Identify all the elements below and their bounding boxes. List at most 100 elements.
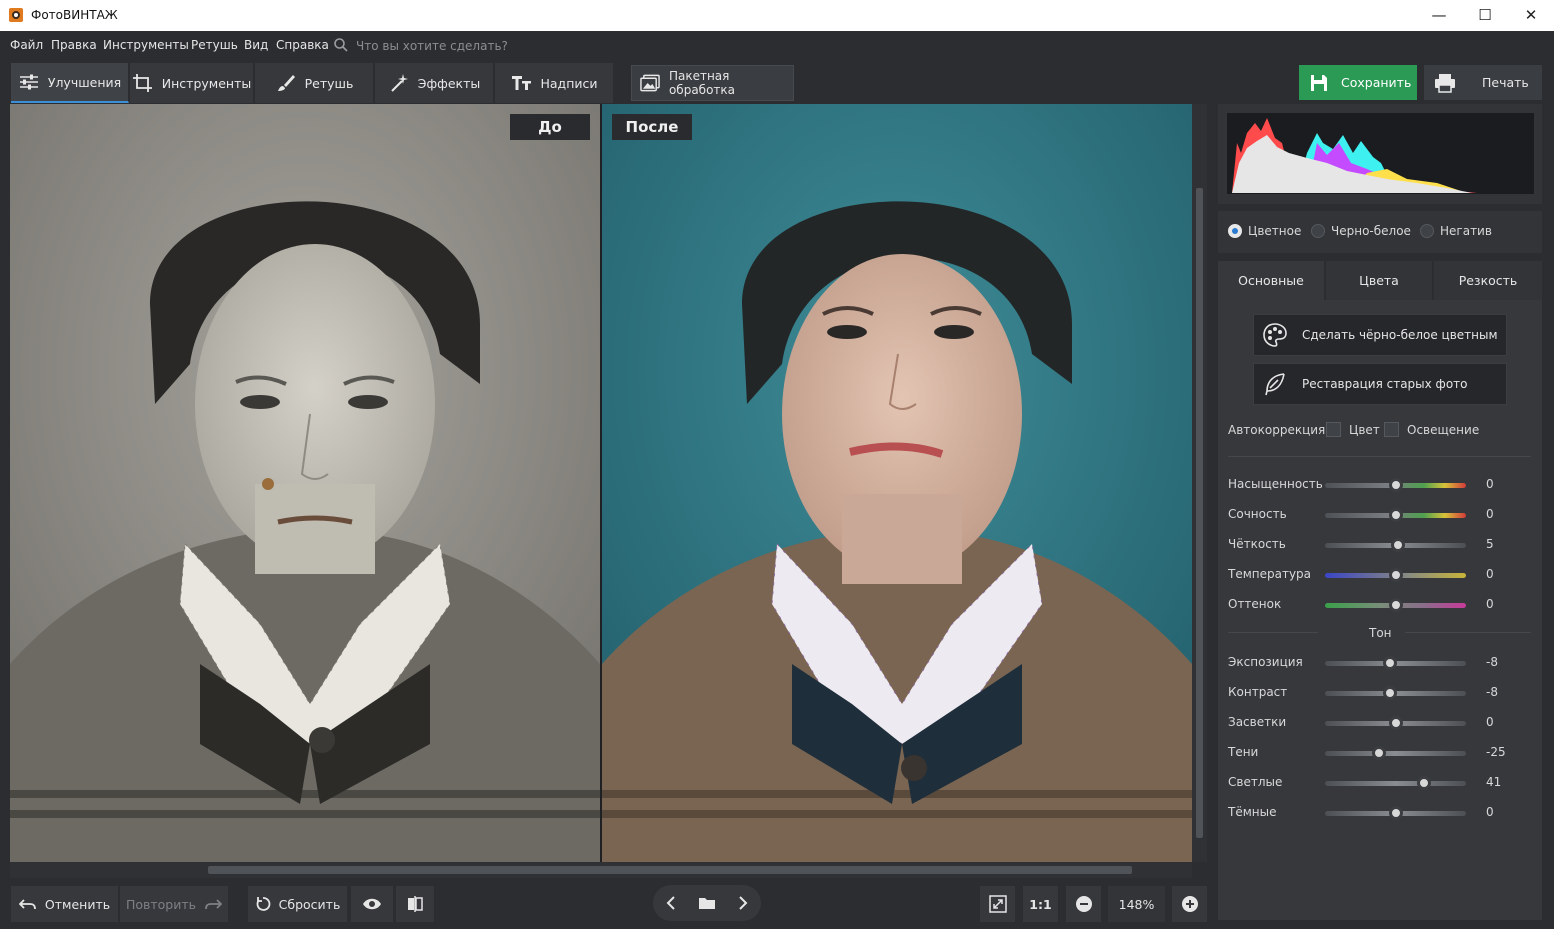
slider-track[interactable] — [1325, 478, 1466, 492]
slider-value: 41 — [1486, 775, 1502, 789]
horizontal-scrollbar[interactable] — [10, 862, 1192, 878]
slider-value: -8 — [1486, 685, 1498, 699]
slider-track[interactable] — [1325, 568, 1466, 582]
tab-effects[interactable]: Эффекты — [375, 63, 494, 103]
slider-handle[interactable] — [1388, 806, 1403, 820]
before-label: До — [510, 114, 590, 140]
next-photo-button[interactable] — [725, 885, 761, 921]
compare-mode-button[interactable] — [396, 886, 434, 922]
tab-tools[interactable]: Инструменты — [130, 63, 254, 103]
maximize-button[interactable]: ☐ — [1462, 0, 1508, 31]
radio-dot — [1420, 224, 1434, 238]
slider-value: 0 — [1486, 715, 1494, 729]
auto-light-checkbox[interactable]: Освещение — [1384, 422, 1479, 437]
slider-label: Оттенок — [1228, 597, 1282, 611]
mode-negative-radio[interactable]: Негатив — [1420, 224, 1492, 238]
mode-color-radio[interactable]: Цветное — [1228, 224, 1301, 238]
menu-help[interactable]: Справка — [276, 38, 329, 52]
colorize-label: Сделать чёрно-белое цветным — [1302, 328, 1498, 342]
mode-bw-radio[interactable]: Черно-белое — [1311, 224, 1411, 238]
slider-handle[interactable] — [1416, 776, 1431, 790]
slider-handle[interactable] — [1388, 598, 1403, 612]
slider-track[interactable] — [1325, 508, 1466, 522]
slider-value: 0 — [1486, 477, 1494, 491]
save-button[interactable]: Сохранить — [1299, 65, 1417, 100]
slider-track[interactable] — [1325, 656, 1466, 670]
slider-label: Контраст — [1228, 685, 1288, 699]
tab-sharpness[interactable]: Резкость — [1434, 261, 1542, 300]
open-folder-button[interactable] — [689, 885, 725, 921]
tab-retouch[interactable]: Ретушь — [255, 63, 374, 103]
checkbox-label: Цвет — [1349, 422, 1380, 437]
close-button[interactable]: ✕ — [1508, 0, 1554, 31]
previous-photo-button[interactable] — [653, 885, 689, 921]
menu-retouch[interactable]: Ретушь — [191, 38, 238, 52]
slider-handle[interactable] — [1382, 656, 1397, 670]
tab-label: Надписи — [540, 75, 598, 91]
zoom-in-button[interactable] — [1172, 886, 1207, 922]
slider-track[interactable] — [1325, 538, 1466, 552]
after-label: После — [612, 114, 692, 140]
undo-icon — [18, 899, 36, 910]
tab-basic[interactable]: Основные — [1218, 261, 1324, 300]
auto-color-checkbox[interactable]: Цвет — [1326, 422, 1380, 437]
slider-handle[interactable] — [1382, 686, 1397, 700]
tab-captions[interactable]: Надписи — [495, 63, 614, 103]
zoom-level[interactable]: 148% — [1108, 886, 1165, 922]
bottom-bar: Отменить Повторить Сбросить 1:1 148% — [0, 880, 1216, 929]
slider-track[interactable] — [1325, 598, 1466, 612]
slider-label: Температура — [1228, 567, 1312, 581]
zoom-out-button[interactable] — [1066, 886, 1101, 922]
menu-tools[interactable]: Инструменты — [103, 38, 189, 52]
radio-label: Негатив — [1440, 224, 1492, 238]
menu-edit[interactable]: Правка — [51, 38, 97, 52]
scroll-thumb[interactable] — [208, 866, 1132, 874]
vertical-scrollbar[interactable] — [1192, 104, 1207, 862]
slider-value: -25 — [1486, 745, 1506, 759]
fit-screen-icon — [988, 895, 1007, 913]
divider — [1228, 456, 1531, 457]
print-label: Печать — [1482, 75, 1529, 90]
divider — [1228, 632, 1318, 633]
undo-button[interactable]: Отменить — [11, 886, 118, 922]
slider-handle[interactable] — [1388, 716, 1403, 730]
reset-label: Сбросить — [278, 896, 341, 912]
slider-handle[interactable] — [1388, 478, 1403, 492]
reset-button[interactable]: Сбросить — [248, 886, 347, 922]
slider-track[interactable] — [1325, 686, 1466, 700]
slider-handle[interactable] — [1388, 508, 1403, 522]
fit-screen-button[interactable] — [980, 886, 1015, 922]
radio-dot — [1228, 224, 1242, 238]
slider-label: Светлые — [1228, 775, 1283, 789]
slider-track[interactable] — [1325, 716, 1466, 730]
slider-value: 0 — [1486, 507, 1494, 521]
search-input[interactable]: Что вы хотите сделать? — [356, 39, 508, 53]
search-icon — [334, 38, 348, 52]
batch-processing-button[interactable]: Пакетная обработка — [631, 65, 794, 101]
preview-toggle-button[interactable] — [351, 886, 393, 922]
brush-icon — [277, 75, 295, 91]
slider-handle[interactable] — [1388, 568, 1403, 582]
menu-file[interactable]: Файл — [10, 38, 43, 52]
redo-icon — [205, 899, 223, 910]
redo-label: Повторить — [125, 896, 197, 912]
print-button[interactable]: Печать — [1424, 65, 1542, 100]
slider-label: Чёткость — [1228, 537, 1286, 551]
split-view-icon — [408, 896, 423, 912]
slider-label: Насыщенность — [1228, 477, 1323, 491]
tab-enhancements[interactable]: Улучшения — [11, 63, 129, 103]
slider-track[interactable] — [1325, 746, 1466, 760]
menu-view[interactable]: Вид — [244, 38, 268, 52]
tab-label: Инструменты — [161, 75, 252, 91]
slider-track[interactable] — [1325, 776, 1466, 790]
actual-size-button[interactable]: 1:1 — [1023, 886, 1058, 922]
slider-track[interactable] — [1325, 806, 1466, 820]
tab-colors[interactable]: Цвета — [1326, 261, 1432, 300]
slider-label: Засветки — [1228, 715, 1287, 729]
colorize-button[interactable]: Сделать чёрно-белое цветным — [1253, 314, 1507, 356]
restore-button[interactable]: Реставрация старых фото — [1253, 363, 1507, 405]
redo-button[interactable]: Повторить — [120, 886, 228, 922]
scroll-thumb[interactable] — [1196, 188, 1203, 838]
slider-handle[interactable] — [1371, 746, 1386, 760]
minimize-button[interactable]: — — [1416, 0, 1462, 31]
